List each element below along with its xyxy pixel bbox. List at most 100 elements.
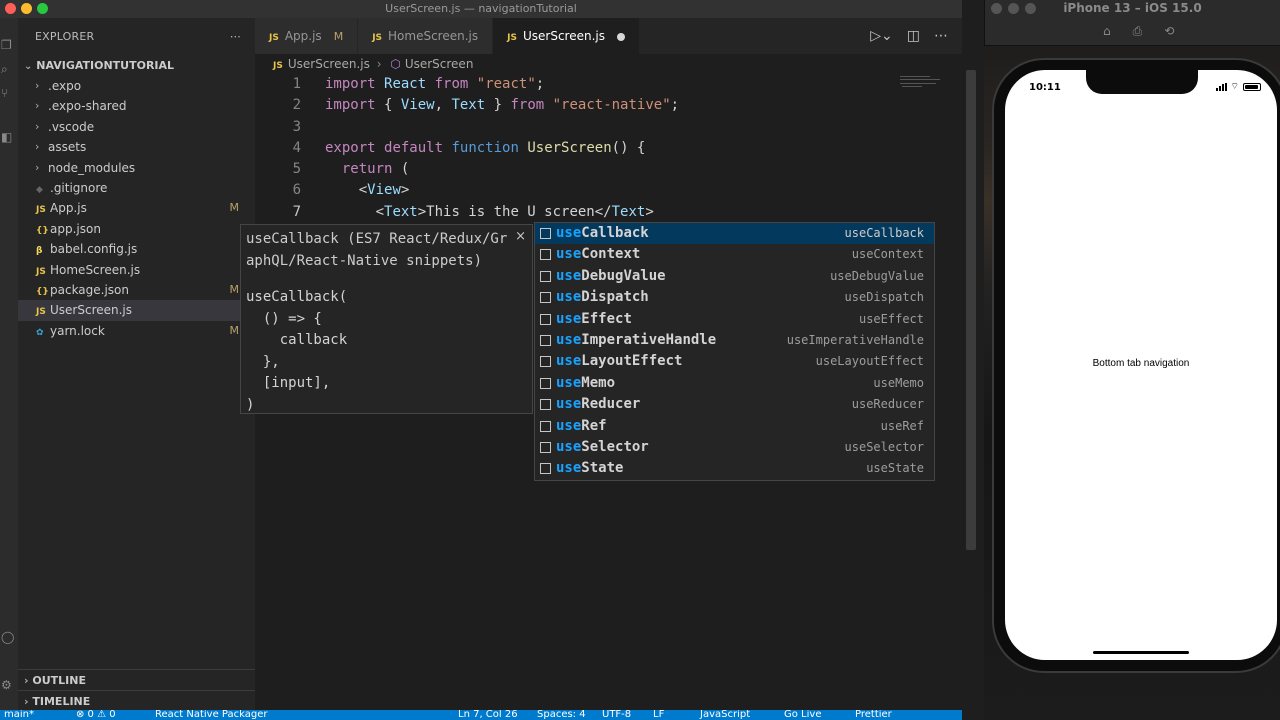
cursor-position[interactable]: Ln 7, Col 26 [458, 710, 518, 720]
suggestion-item[interactable]: useLayoutEffect useLayoutEffect [535, 351, 934, 372]
suggestion-label: useDispatch [556, 289, 649, 306]
code-line[interactable]: return ( [325, 159, 679, 180]
file-tree-item[interactable]: › .vscode [18, 117, 255, 137]
line-number: 4 [292, 139, 301, 156]
packager-status[interactable]: React Native Packager [155, 710, 268, 720]
window-controls [5, 3, 48, 14]
suggestion-item[interactable]: useEffect useEffect [535, 309, 934, 330]
project-folder[interactable]: ⌄ NAVIGATIONTUTORIAL [18, 56, 255, 76]
minimize-window-button[interactable] [21, 3, 32, 14]
scrollbar-thumb[interactable] [966, 70, 976, 550]
suggestion-label: useContext [556, 246, 641, 263]
code-line[interactable] [325, 117, 679, 138]
file-tree-item[interactable]: JS App.js M [18, 198, 255, 218]
js-icon: JS [269, 33, 279, 43]
snippet-icon [540, 270, 551, 282]
home-indicator[interactable] [1093, 651, 1189, 654]
go-live-button[interactable]: Go Live [784, 710, 821, 720]
suggestion-item[interactable]: useCallback useCallback [535, 223, 934, 245]
line-gutter: 1 2 3 4 5 6 7 [255, 74, 305, 223]
unsaved-dot-icon[interactable] [616, 32, 625, 41]
close-window-button[interactable] [5, 3, 16, 14]
files-icon[interactable]: ❐ [1, 38, 15, 52]
file-tree-item[interactable]: › .expo [18, 76, 255, 96]
code-line[interactable]: import React from "react"; [325, 74, 679, 95]
suggestion-item[interactable]: useReducer useReducer [535, 394, 934, 415]
file-tree-item[interactable]: ◆ .gitignore [18, 178, 255, 198]
more-actions-icon[interactable]: ⋯ [934, 18, 948, 54]
zoom-window-button[interactable] [37, 3, 48, 14]
notch [1086, 70, 1198, 94]
suggestion-label: useCallback [556, 225, 649, 241]
snippet-icon [540, 334, 551, 346]
problems-indicator[interactable]: ⊗ 0 ⚠ 0 [76, 710, 116, 720]
code-line[interactable]: <View> [325, 180, 679, 201]
code-line[interactable]: export default function UserScreen() { [325, 138, 679, 159]
search-icon[interactable]: ⌕ [1, 62, 15, 76]
suggestion-item[interactable]: useDispatch useDispatch [535, 287, 934, 308]
file-tree-label: HomeScreen.js [50, 262, 141, 277]
home-icon[interactable]: ⌂ [1103, 24, 1111, 39]
file-tree-item[interactable]: JS UserScreen.js [18, 300, 255, 321]
suggestion-detail: useRef [880, 418, 924, 433]
line-number: 5 [292, 161, 301, 178]
run-icon[interactable]: ▷⌄ [870, 18, 893, 54]
split-editor-icon[interactable]: ◫ [907, 18, 920, 54]
breadcrumb-symbol[interactable]: UserScreen [405, 57, 474, 71]
suggestion-item[interactable]: useContext useContext [535, 244, 934, 265]
rotate-icon[interactable]: ⟲ [1164, 24, 1174, 39]
symbol-icon: ⬡ [390, 57, 401, 71]
screenshot-icon[interactable]: ⎙ [1133, 24, 1143, 39]
branch-indicator[interactable]: main* [4, 710, 34, 720]
chevron-right-icon: › [24, 695, 29, 708]
suggestion-detail: useDispatch [844, 290, 924, 305]
suggestion-item[interactable]: useDebugValue useDebugValue [535, 266, 934, 287]
breadcrumb-file[interactable]: UserScreen.js [288, 57, 370, 71]
suggestion-item[interactable]: useState useState [535, 458, 934, 479]
iphone-screen[interactable]: 10:11 ⌔ Bottom tab navigation [1005, 70, 1277, 660]
file-tree-item[interactable]: › node_modules [18, 158, 255, 178]
code-line[interactable]: <Text>This is the U screen</Text> [325, 202, 679, 223]
tab-homescreen-js[interactable]: JS HomeScreen.js [358, 18, 494, 54]
file-tree-item[interactable]: β babel.config.js [18, 239, 255, 259]
prettier-status[interactable]: Prettier [855, 710, 892, 720]
chevron-right-icon: › [35, 99, 40, 113]
file-tree-item[interactable]: JS HomeScreen.js [18, 260, 255, 280]
file-tree-item[interactable]: {}app.json [18, 219, 255, 239]
outline-section[interactable]: › OUTLINE [18, 669, 255, 690]
editor-tabs: JS App.js M JS HomeScreen.js JS UserScreen.j… [255, 18, 962, 54]
more-actions-icon[interactable]: ⋯ [230, 18, 241, 56]
code-line[interactable]: import { View, Text } from "react-native… [325, 95, 679, 116]
screen-root: UserScreen.js — navigationTutorial ❐ ⌕ ⑂… [0, 0, 1280, 720]
minimap[interactable] [900, 74, 946, 90]
source-control-icon[interactable]: ⑂ [1, 86, 15, 100]
gear-icon[interactable]: ⚙ [1, 678, 15, 692]
chevron-down-icon: ⌄ [24, 61, 33, 72]
indentation[interactable]: Spaces: 4 [537, 710, 586, 720]
snippet-icon [540, 399, 551, 411]
file-tree-item[interactable]: › .expo-shared [18, 96, 255, 116]
extensions-icon[interactable]: ◧ [1, 130, 15, 144]
file-tree-item[interactable]: ✿ yarn.lock M [18, 321, 255, 341]
tab-label: App.js [284, 29, 322, 43]
line-ending[interactable]: LF [653, 710, 664, 720]
suggestion-item[interactable]: useSelector useSelector [535, 437, 934, 458]
code-lines[interactable]: import React from "react"; import { View,… [325, 74, 679, 223]
tab-userscreen-js[interactable]: JS UserScreen.js [493, 18, 640, 54]
language-mode[interactable]: JavaScript [700, 710, 750, 720]
line-number: 7 [292, 203, 301, 220]
account-icon[interactable]: ◯ [1, 630, 15, 644]
json-icon: {} [36, 225, 49, 236]
close-icon[interactable]: × [515, 229, 526, 244]
suggestion-docs-popup: × useCallback (ES7 React/Redux/Gr aphQL/… [240, 224, 533, 414]
tab-app-js[interactable]: JS App.js M [255, 18, 359, 54]
timeline-section[interactable]: › TIMELINE [18, 690, 255, 711]
file-tree-item[interactable]: › assets [18, 137, 255, 157]
file-tree-item[interactable]: {}package.json M [18, 280, 255, 300]
encoding[interactable]: UTF-8 [602, 710, 631, 720]
suggestion-item[interactable]: useRef useRef [535, 416, 934, 437]
suggestion-item[interactable]: useMemo useMemo [535, 373, 934, 394]
file-tree-label: .expo-shared [48, 99, 127, 114]
suggestion-item[interactable]: useImperativeHandle useImperativeHandle [535, 330, 934, 351]
editor-scrollbar[interactable] [962, 0, 984, 720]
